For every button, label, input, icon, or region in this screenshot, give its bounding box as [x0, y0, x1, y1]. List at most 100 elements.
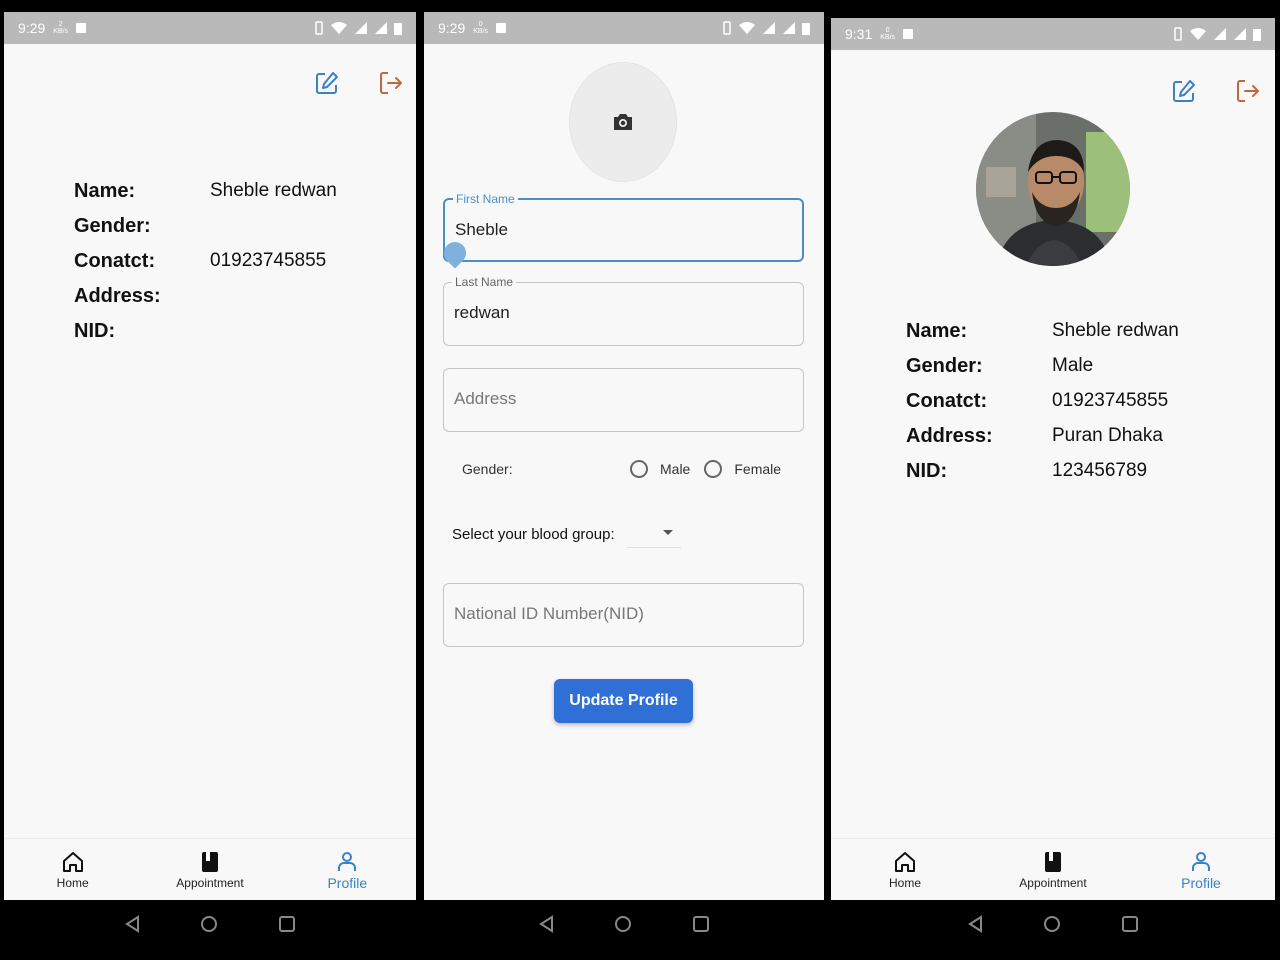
profile-screen-empty: 9:29 2 KB/s Name: Sheble redwan Gender: C… [4, 12, 416, 948]
system-nav [424, 900, 824, 948]
gender-row: Gender: Male Female [462, 456, 802, 482]
profile-photo-image [976, 112, 1130, 266]
first-name-input[interactable] [455, 216, 785, 244]
name-label: Name: [74, 180, 136, 202]
address-value: Puran Dhaka [1052, 425, 1163, 446]
top-actions [1171, 78, 1261, 104]
name-value: Sheble redwan [210, 180, 337, 201]
update-profile-button[interactable]: Update Profile [554, 679, 693, 723]
gender-label: Gender: [74, 215, 151, 237]
profile-photo [976, 112, 1130, 266]
chevron-down-icon [662, 530, 673, 535]
blood-group-row: Select your blood group: [452, 520, 681, 548]
gender-male-radio[interactable]: Male [630, 460, 690, 478]
blood-group-select[interactable] [626, 520, 681, 548]
bottom-nav: Home Appointment Profile [4, 838, 416, 900]
image-notification-icon [496, 23, 507, 33]
signal-icon [355, 22, 367, 34]
network-speed: 0 KB/s [880, 27, 896, 41]
contact-value: 01923745855 [1052, 390, 1169, 411]
nav-home[interactable]: Home [831, 839, 979, 900]
profile-icon [338, 851, 357, 871]
signal-icon [763, 22, 775, 34]
nav-profile-label: Profile [1181, 874, 1221, 891]
recents-icon[interactable] [692, 915, 710, 933]
image-notification-icon [76, 23, 87, 33]
nav-appointment[interactable]: Appointment [141, 839, 278, 900]
nav-profile-label: Profile [327, 874, 368, 891]
vibrate-icon [315, 21, 323, 35]
system-nav [4, 900, 416, 948]
back-icon[interactable] [538, 915, 554, 933]
address-label: Address: [906, 425, 993, 447]
profile-info: Name: Sheble redwan Gender: Conatct: 019… [74, 180, 337, 343]
radio-circle [630, 460, 648, 478]
contact-value: 01923745855 [210, 250, 327, 271]
gender-male-label: Male [660, 461, 691, 477]
contact-label: Conatct: [74, 250, 156, 272]
gender-value: Male [1052, 355, 1094, 376]
address-input[interactable] [454, 385, 784, 413]
signal-icon-2 [1234, 28, 1246, 40]
last-name-input[interactable] [454, 299, 784, 327]
edit-icon[interactable] [1171, 78, 1197, 104]
back-icon[interactable] [124, 915, 140, 933]
gender-female-label: Female [734, 461, 782, 477]
logout-icon[interactable] [1235, 78, 1261, 104]
gender-female-radio[interactable]: Female [704, 460, 781, 478]
status-time: 9:29 [18, 20, 46, 36]
appointment-icon [201, 851, 218, 872]
avatar-upload[interactable] [569, 62, 677, 182]
nav-home-label: Home [56, 875, 89, 890]
nid-input[interactable] [454, 600, 784, 628]
address-value [210, 285, 337, 308]
last-name-label: Last Name [452, 275, 517, 289]
top-actions [314, 70, 404, 96]
back-icon[interactable] [967, 915, 983, 933]
last-name-field[interactable]: Last Name [443, 275, 804, 346]
profile-info: Name: Sheble redwan Gender: Male Conatct… [906, 320, 1179, 483]
home-circle-icon[interactable] [614, 915, 632, 933]
battery-icon [802, 23, 810, 35]
home-icon [895, 851, 915, 872]
appointment-icon [1045, 851, 1061, 872]
nid-field[interactable] [443, 583, 804, 647]
contact-label: Conatct: [906, 390, 988, 412]
blood-group-label: Select your blood group: [452, 525, 615, 543]
nid-label: NID: [74, 320, 116, 342]
status-time: 9:31 [845, 26, 873, 42]
nav-appointment-label: Appointment [176, 875, 244, 890]
nav-home[interactable]: Home [4, 839, 141, 900]
wifi-icon [331, 22, 347, 34]
edit-icon[interactable] [314, 70, 340, 96]
nid-value: 123456789 [1052, 460, 1148, 481]
vibrate-icon [1174, 27, 1182, 41]
signal-icon-2 [375, 22, 387, 34]
address-field[interactable] [443, 368, 804, 432]
bottom-nav: Home Appointment Profile [831, 838, 1275, 900]
battery-icon [394, 23, 402, 35]
wifi-icon [1190, 28, 1206, 40]
radio-circle [704, 460, 723, 478]
signal-icon [1214, 28, 1226, 40]
recents-icon[interactable] [1121, 915, 1139, 933]
home-circle-icon[interactable] [1043, 915, 1061, 933]
nav-profile[interactable]: Profile [279, 839, 416, 900]
nav-appointment[interactable]: Appointment [979, 839, 1127, 900]
gender-value [210, 215, 337, 238]
wifi-icon [739, 22, 755, 34]
signal-icon-2 [783, 22, 795, 34]
first-name-field[interactable]: First Name [443, 192, 804, 262]
gender-label: Gender: [462, 461, 513, 477]
status-bar: 9:29 2 KB/s [4, 12, 416, 44]
nav-home-label: Home [888, 875, 921, 890]
vibrate-icon [723, 21, 731, 35]
home-circle-icon[interactable] [200, 915, 218, 933]
status-bar: 9:31 0 KB/s [831, 18, 1275, 50]
nid-label: NID: [906, 460, 948, 482]
recents-icon[interactable] [278, 915, 296, 933]
name-value: Sheble redwan [1052, 320, 1179, 341]
home-icon [62, 851, 83, 872]
nav-profile[interactable]: Profile [1127, 839, 1275, 900]
logout-icon[interactable] [378, 70, 404, 96]
